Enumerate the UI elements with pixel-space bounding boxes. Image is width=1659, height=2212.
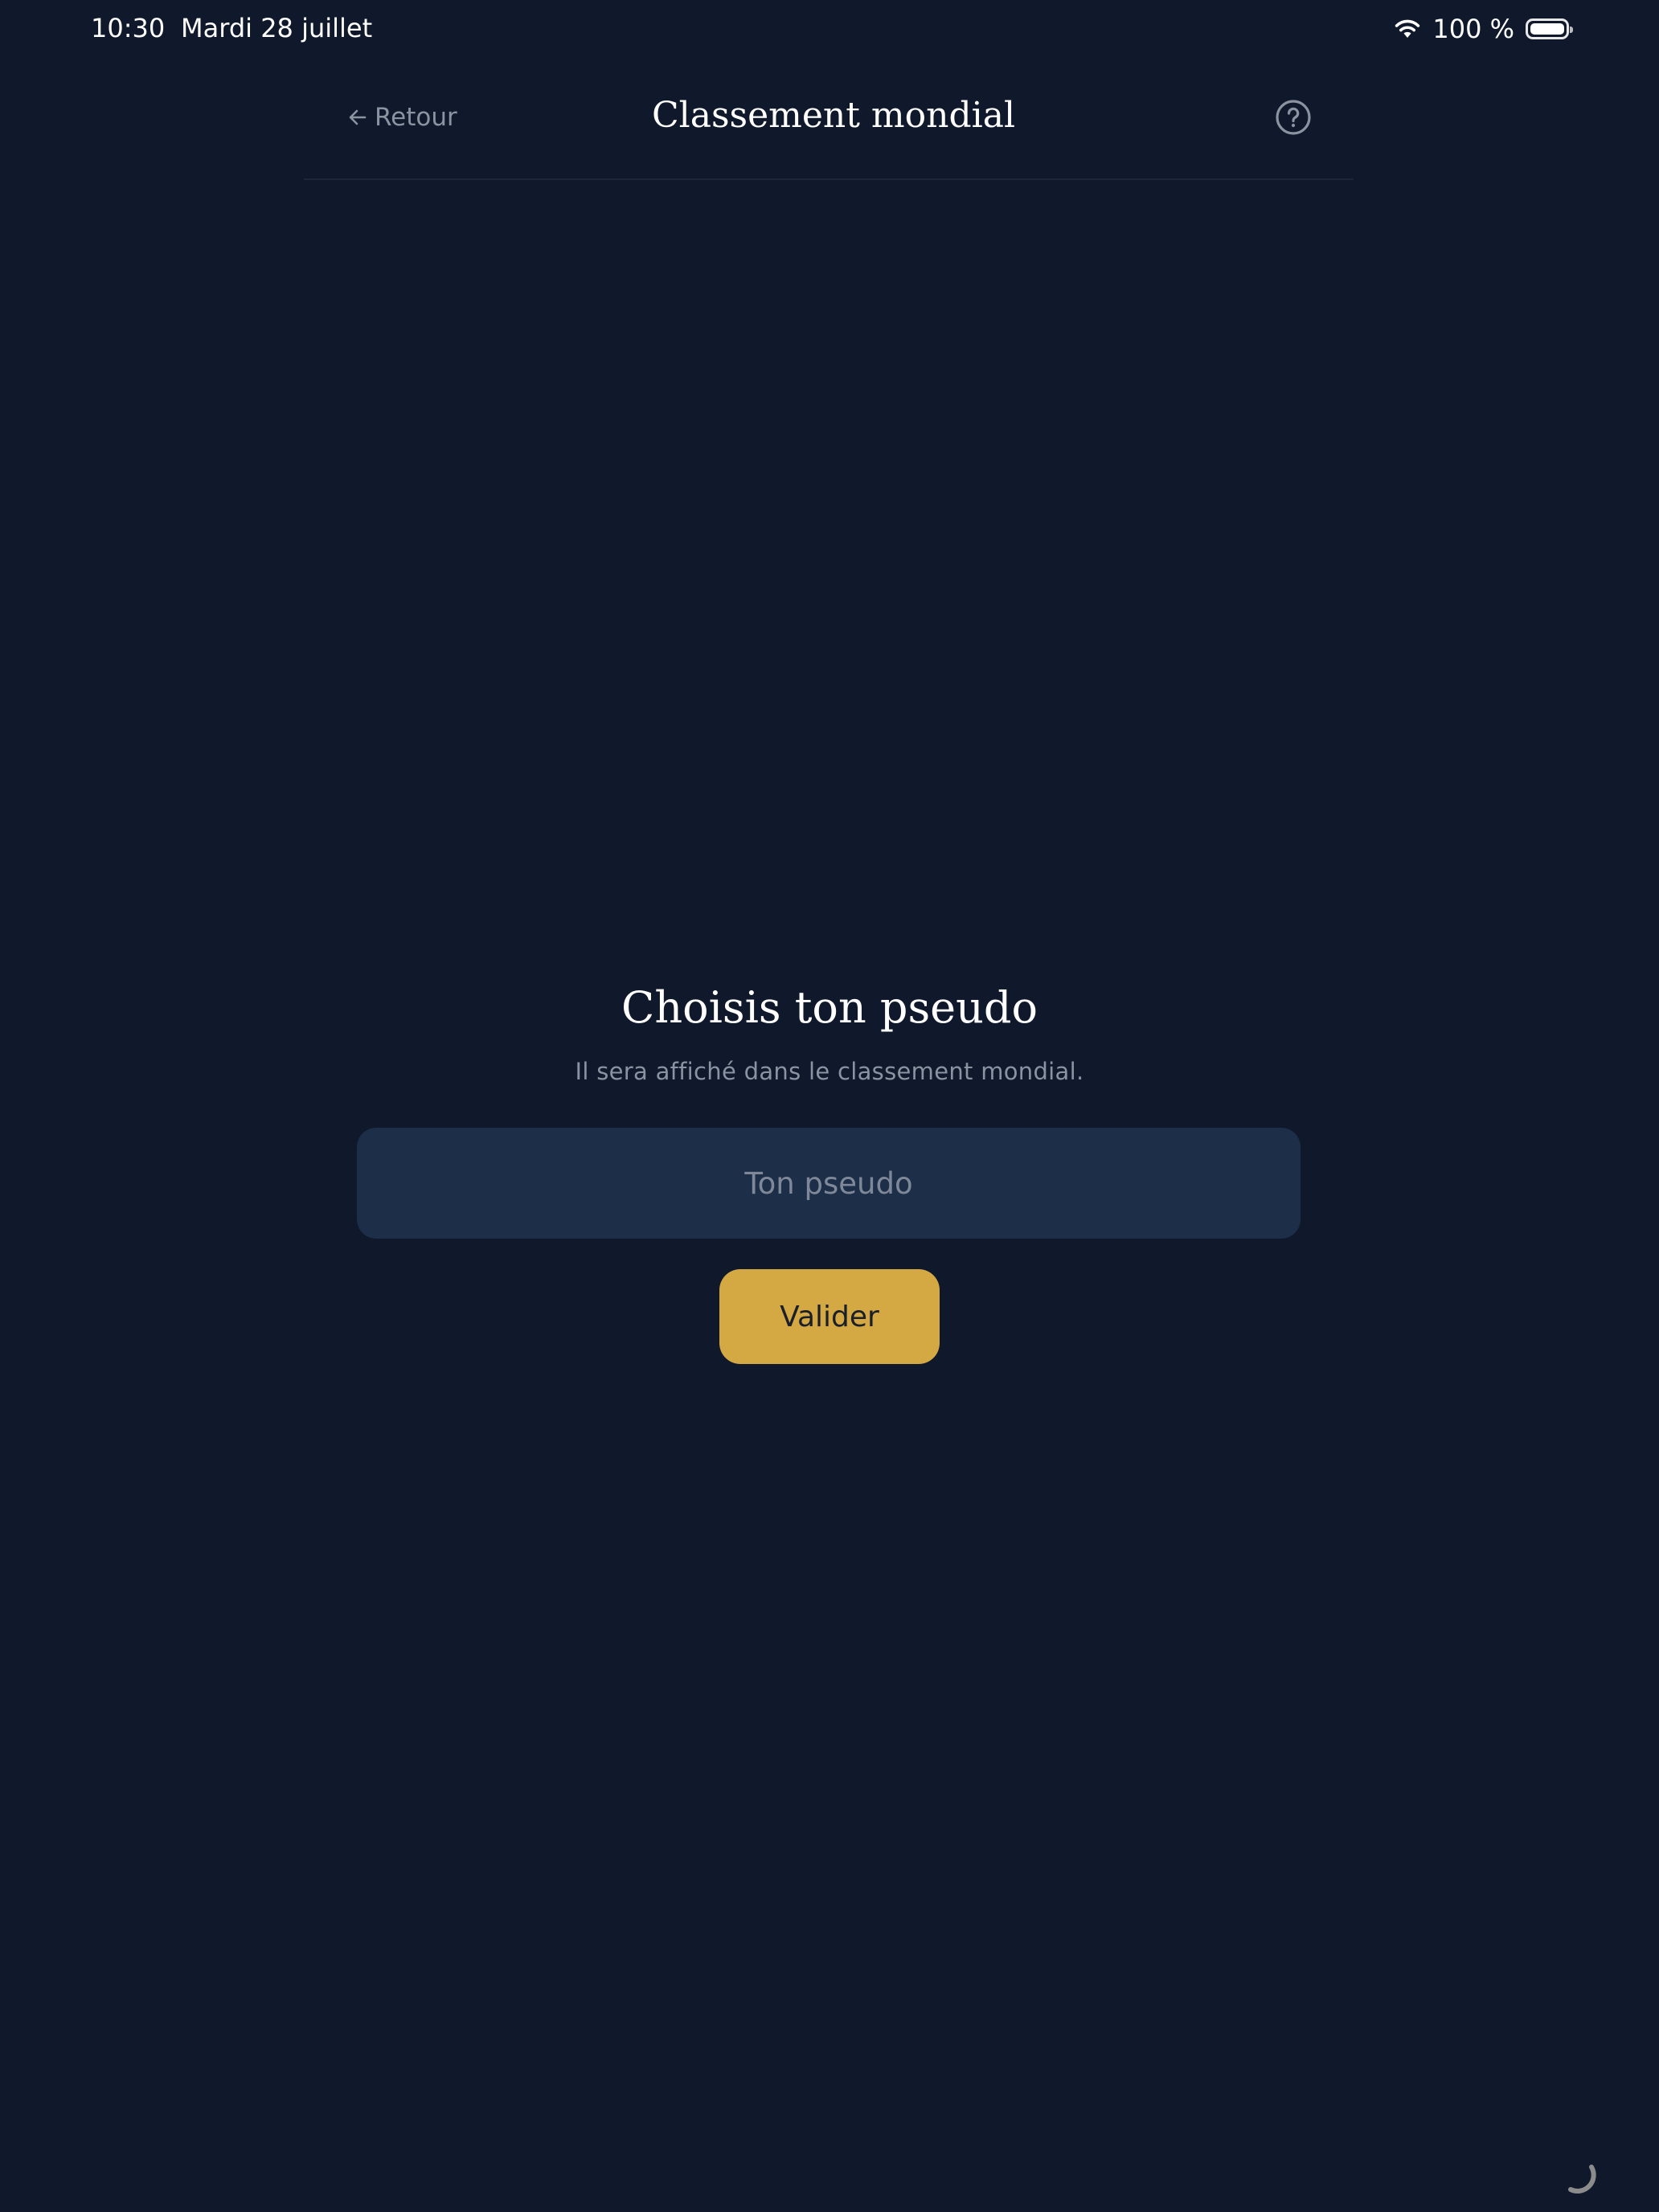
battery-percentage: 100 % [1432, 14, 1514, 44]
wifi-icon [1395, 19, 1420, 38]
pseudo-input[interactable] [357, 1128, 1301, 1239]
status-indicators: 100 % [1394, 11, 1573, 47]
top-navigation-bar: Retour Classement mondial [304, 77, 1354, 180]
status-bar: 10:30 Mardi 28 juillet 100 % [0, 0, 1659, 58]
loading-spinner-icon [1568, 2165, 1596, 2194]
page-title: Classement mondial [651, 95, 1016, 136]
help-circle-icon[interactable] [1275, 99, 1312, 136]
battery-full-icon [1526, 18, 1573, 39]
status-date: Mardi 28 juillet [181, 13, 373, 43]
status-time: 10:30 [91, 13, 166, 43]
form-heading: Choisis ton pseudo [621, 982, 1038, 1033]
validate-button[interactable]: Valider [719, 1269, 940, 1364]
form-subtext: Il sera affiché dans le classement mondi… [575, 1058, 1084, 1085]
